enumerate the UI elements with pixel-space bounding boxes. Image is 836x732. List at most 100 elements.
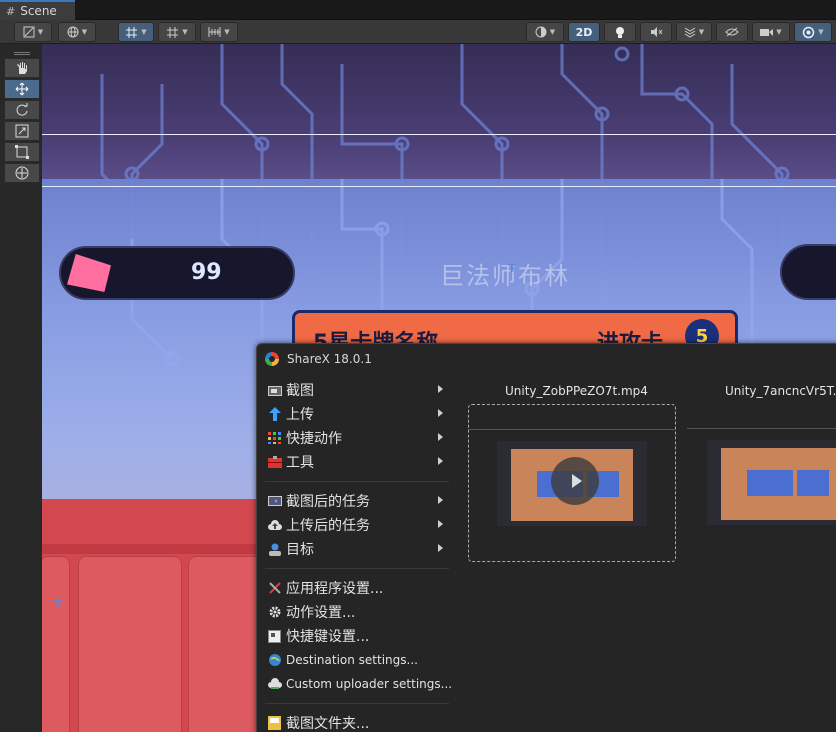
card-slot[interactable]	[78, 556, 182, 732]
sharex-menu-window: ShareX 18.0.1 截图 上传 快捷动作 工具 截图后的任务 上传后的任…	[256, 343, 836, 732]
screenshots-folder-icon	[267, 716, 282, 731]
menu-item-label: 截图	[286, 383, 314, 399]
menu-separator	[265, 703, 449, 704]
tab-scene-label: Scene	[20, 4, 57, 18]
file-thumbnail[interactable]	[687, 404, 836, 562]
draw-mode-icon	[23, 26, 35, 38]
task-settings-icon	[267, 605, 282, 620]
menu-item-hotkey-settings[interactable]: 快捷键设置...	[257, 624, 453, 648]
menu-item-label: Custom uploader settings...	[286, 677, 453, 691]
file-name-label: Unity_7ancncVr5T.jp	[725, 384, 836, 398]
menu-item-tools[interactable]: 工具	[257, 450, 453, 474]
scene-toolbar: ▼ ▼ ▼ ▼ ▼ ▼ 2D ▼ ▼ ▼	[0, 20, 836, 44]
tool-palette	[4, 48, 40, 184]
scale-tool-button[interactable]	[4, 121, 40, 141]
image-preview	[707, 440, 836, 525]
menu-item-screenshots-folder[interactable]: 截图文件夹...	[257, 711, 453, 732]
audio-mute-icon	[650, 27, 662, 37]
move-tool-button[interactable]	[4, 79, 40, 99]
menu-item-after-upload[interactable]: 上传后的任务	[257, 513, 453, 537]
hand-icon	[17, 62, 27, 74]
menu-item-label: 快捷键设置...	[286, 629, 370, 645]
destinations-icon	[267, 542, 282, 557]
resource-counter-right[interactable]	[780, 244, 836, 300]
visibility-icon	[725, 27, 739, 37]
tool-palette-grip[interactable]	[4, 48, 40, 58]
guide-line-bottom	[42, 186, 836, 187]
guide-line-top	[42, 134, 836, 135]
rotate-tool-button[interactable]	[4, 100, 40, 120]
character-name-label: 巨法师布林	[440, 262, 570, 290]
submenu-arrow-icon	[438, 385, 443, 393]
ruler-toggle[interactable]: ▼	[200, 22, 238, 42]
grid-icon: #	[6, 4, 16, 18]
custom-uploader-icon	[267, 677, 282, 692]
menu-item-destinations[interactable]: 目标	[257, 537, 453, 561]
grid-snap-icon	[126, 26, 138, 38]
effects-dropdown[interactable]: ▼	[676, 22, 712, 42]
destination-settings-icon	[267, 653, 282, 668]
menu-item-task-settings[interactable]: 动作设置...	[257, 600, 453, 624]
thumbnail-divider	[687, 428, 836, 429]
submenu-arrow-icon	[438, 520, 443, 528]
scale-icon	[15, 124, 29, 138]
submenu-arrow-icon	[438, 409, 443, 417]
move-icon	[15, 82, 29, 96]
effects-icon	[684, 27, 696, 38]
rect-transform-icon	[15, 145, 29, 159]
after-upload-icon	[267, 518, 282, 533]
unity-editor-window: # Scene ▼ ▼ ▼ ▼ ▼ ▼ 2D ▼ ▼ ▼ 99 巨法师布林 T …	[0, 0, 836, 732]
menu-item-label: 动作设置...	[286, 605, 356, 621]
card-slot[interactable]	[42, 556, 70, 732]
workflows-icon	[267, 431, 282, 446]
menu-item-app-settings[interactable]: 应用程序设置...	[257, 576, 453, 600]
file-thumbnail[interactable]	[468, 404, 676, 562]
menu-item-label: 工具	[286, 455, 314, 471]
menu-item-label: 截图文件夹...	[286, 716, 370, 732]
gizmos-dropdown[interactable]: ▼	[794, 22, 832, 42]
menu-item-capture[interactable]: 截图	[257, 378, 453, 402]
ruler-icon	[208, 27, 221, 37]
gizmos-icon	[803, 26, 815, 38]
resource-counter[interactable]: 99	[59, 246, 295, 300]
sharex-title-bar[interactable]: ShareX 18.0.1	[257, 344, 836, 374]
menu-item-upload[interactable]: 上传	[257, 402, 453, 426]
transform-icon	[15, 166, 29, 180]
menu-item-workflows[interactable]: 快捷动作	[257, 426, 453, 450]
globe-icon	[67, 26, 79, 38]
transform-tool-button[interactable]	[4, 163, 40, 183]
menu-item-label: 目标	[286, 542, 314, 558]
lighting-toggle[interactable]	[604, 22, 636, 42]
submenu-arrow-icon	[438, 457, 443, 465]
hand-tool-button[interactable]	[4, 58, 40, 78]
audio-toggle[interactable]	[640, 22, 672, 42]
mode-2d-toggle[interactable]: 2D	[568, 22, 600, 42]
menu-separator	[265, 568, 449, 569]
play-icon[interactable]	[551, 457, 599, 505]
sharex-logo-icon	[265, 352, 279, 366]
tools-icon	[267, 455, 282, 470]
capture-icon	[267, 383, 282, 398]
scene-visibility-toggle[interactable]	[716, 22, 748, 42]
submenu-arrow-icon	[438, 544, 443, 552]
menu-item-label: 快捷动作	[286, 431, 342, 447]
resource-count: 99	[191, 260, 222, 285]
menu-item-destination-settings[interactable]: Destination settings...	[257, 648, 453, 672]
app-settings-icon	[267, 581, 282, 596]
thumbnail-divider	[469, 429, 675, 430]
shading-dropdown[interactable]: ▼	[526, 22, 564, 42]
gem-icon	[67, 254, 111, 292]
menu-item-after-capture[interactable]: 截图后的任务	[257, 489, 453, 513]
menu-item-custom-uploader-settings[interactable]: Custom uploader settings...	[257, 672, 453, 696]
sharex-title: ShareX 18.0.1	[287, 352, 372, 366]
lighting-icon	[616, 26, 624, 38]
grid-snap-toggle[interactable]: ▼	[118, 22, 154, 42]
rect-tool-button[interactable]	[4, 142, 40, 162]
globe-dropdown[interactable]: ▼	[58, 22, 96, 42]
camera-dropdown[interactable]: ▼	[752, 22, 790, 42]
upload-icon	[267, 407, 282, 422]
tab-scene[interactable]: # Scene	[0, 0, 75, 20]
menu-item-label: 上传	[286, 407, 314, 423]
draw-mode-dropdown[interactable]: ▼	[14, 22, 52, 42]
increment-snap-toggle[interactable]: ▼	[158, 22, 196, 42]
